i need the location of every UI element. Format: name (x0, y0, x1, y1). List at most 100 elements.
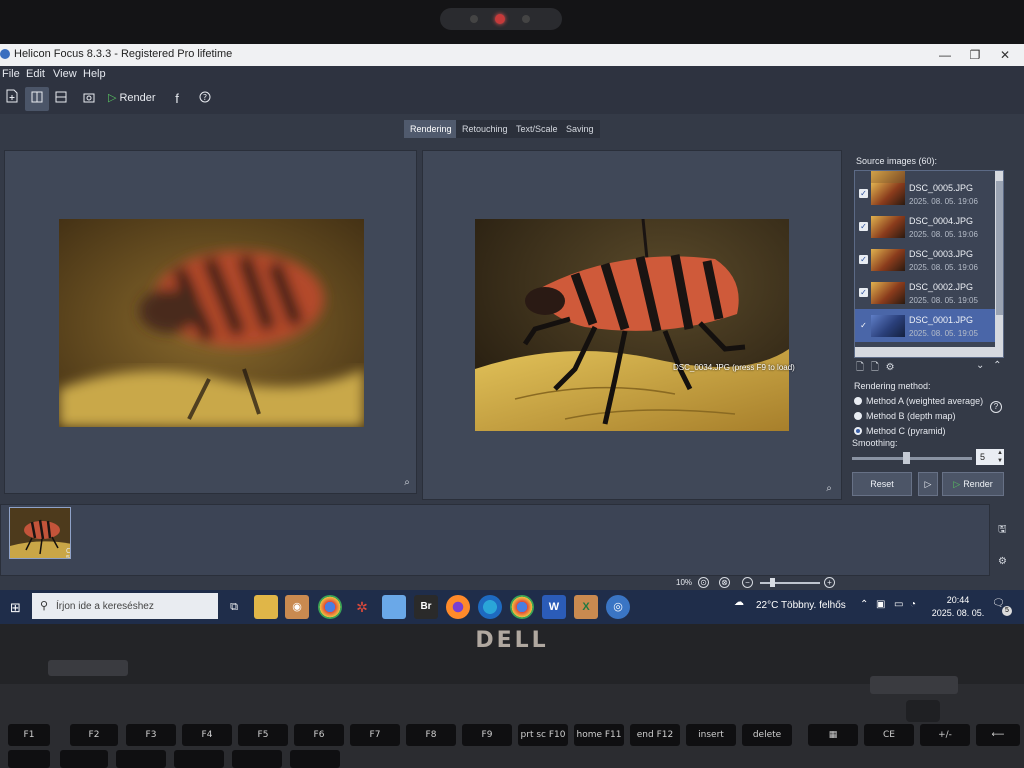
list-item[interactable]: ✓ DSC_0002.JPG 2025. 08. 05. 19:05 (855, 276, 995, 309)
edge-icon[interactable] (478, 595, 502, 619)
checkbox[interactable]: ✓ (859, 288, 868, 297)
tab-text-scale[interactable]: Text/Scale (510, 120, 564, 138)
zoom-actual-icon[interactable]: ⊗ (719, 577, 730, 588)
acrobat-icon[interactable]: ✲ (350, 595, 374, 619)
tab-retouching[interactable]: Retouching (456, 120, 514, 138)
checkbox[interactable]: ✓ (859, 321, 868, 330)
taskbar-search-input[interactable]: ⚲ Írjon ide a kereséshez (32, 593, 218, 619)
excel-icon[interactable]: X (574, 595, 598, 619)
helicon-app-icon[interactable]: ◉ (285, 595, 309, 619)
key-backspace[interactable]: ⟵ (976, 724, 1020, 746)
key[interactable] (8, 750, 50, 768)
wifi-icon[interactable]: ◔ (910, 599, 916, 624)
key-f12[interactable]: end F12 (630, 724, 680, 746)
list-scrollbar-vertical[interactable] (995, 171, 1003, 357)
menu-file[interactable]: File (2, 68, 20, 80)
method-c-option[interactable]: Method C (pyramid) (854, 426, 946, 436)
key-calculator[interactable]: ▦ (808, 724, 858, 746)
key[interactable] (232, 750, 282, 768)
zoom-slider-handle[interactable] (770, 578, 775, 587)
key-insert[interactable]: insert (686, 724, 736, 746)
stepper-arrows-icon[interactable]: ▲ ▼ (997, 449, 1003, 465)
tab-rendering[interactable]: Rendering (404, 120, 458, 138)
weather-icon[interactable]: ☁ (734, 597, 744, 624)
windows-start-icon[interactable]: ⊞ (10, 600, 21, 616)
notes-app-icon[interactable] (382, 595, 406, 619)
toolbar-render-button[interactable]: ▷ Render (108, 91, 156, 104)
maximize-button[interactable]: ❐ (964, 46, 986, 64)
zoom-in-icon[interactable]: + (824, 577, 835, 588)
tray-app-icon[interactable]: ▣ (876, 599, 885, 624)
key-plus-minus[interactable]: +/- (920, 724, 970, 746)
chrome-icon[interactable] (318, 595, 342, 619)
zoom-out-icon[interactable]: − (742, 577, 753, 588)
word-icon[interactable]: W (542, 595, 566, 619)
save-icon[interactable]: 🖫 (998, 522, 1007, 539)
key-f8[interactable]: F8 (406, 724, 456, 746)
key[interactable] (174, 750, 224, 768)
add-file-icon[interactable]: 🗋 (856, 362, 864, 373)
taskbar-clock[interactable]: 20:44 2025. 08. 05. (928, 594, 988, 620)
menu-help[interactable]: Help (83, 68, 106, 80)
close-button[interactable]: ✕ (994, 46, 1016, 64)
key-f7[interactable]: F7 (350, 724, 400, 746)
task-view-icon[interactable]: ⧉ (222, 595, 246, 619)
helicon-focus-icon[interactable]: ◎ (606, 595, 630, 619)
magnifier-icon[interactable]: ⌕ (823, 483, 835, 495)
render-options-button[interactable]: ▷ (918, 472, 938, 496)
key-f11[interactable]: home F11 (574, 724, 624, 746)
key-f6[interactable]: F6 (294, 724, 344, 746)
chevron-up-icon[interactable]: ⌃ (993, 360, 1001, 371)
smoothing-slider-track[interactable] (852, 457, 972, 460)
menu-edit[interactable]: Edit (26, 68, 45, 80)
zoom-fit-icon[interactable]: ⊙ (698, 577, 709, 588)
checkbox[interactable]: ✓ (859, 255, 868, 264)
list-scrollbar-horizontal[interactable] (855, 347, 995, 357)
list-item[interactable]: ✓ DSC_0005.JPG 2025. 08. 05. 19:06 (855, 177, 995, 210)
bridge-icon[interactable]: Br (414, 595, 438, 619)
power-button[interactable] (906, 700, 940, 722)
key[interactable] (116, 750, 166, 768)
radio-button-selected[interactable] (854, 427, 862, 435)
magnifier-icon[interactable]: ⌕ (401, 477, 413, 489)
chrome-profile-icon[interactable] (510, 595, 534, 619)
file-explorer-icon[interactable] (254, 595, 278, 619)
key-delete[interactable]: delete (742, 724, 792, 746)
key-f1[interactable]: F1 (8, 724, 50, 746)
tab-saving[interactable]: Saving (560, 120, 600, 138)
smoothing-stepper[interactable]: 5 ▲ ▼ (976, 449, 1004, 465)
add-images-icon[interactable] (0, 87, 24, 111)
result-preview-panel[interactable]: DSC_0034.JPG (press F9 to load) ⌕ (422, 150, 842, 500)
source-preview-panel[interactable]: ⌕ (4, 150, 417, 494)
list-item-selected[interactable]: ✓ DSC_0001.JPG 2025. 08. 05. 19:05 (855, 309, 995, 342)
minimize-button[interactable]: — (934, 46, 956, 64)
camera-icon[interactable] (77, 87, 101, 111)
layout-split-vertical-icon[interactable] (25, 87, 49, 111)
method-b-option[interactable]: Method B (depth map) (854, 411, 956, 421)
key[interactable] (60, 750, 108, 768)
help-circle-icon[interactable]: ? (193, 87, 217, 111)
output-thumbnail[interactable]: C 5 (9, 507, 71, 559)
settings-icon[interactable]: ⚙ (886, 362, 895, 373)
search-settings-icon[interactable]: ⚙ (998, 556, 1007, 567)
key-f2[interactable]: F2 (70, 724, 118, 746)
key-f4[interactable]: F4 (182, 724, 232, 746)
list-item[interactable]: ✓ DSC_0004.JPG 2025. 08. 05. 19:06 (855, 210, 995, 243)
menu-view[interactable]: View (53, 68, 77, 80)
facebook-icon[interactable]: f (165, 87, 189, 111)
key-ce[interactable]: CE (864, 724, 914, 746)
smoothing-slider-handle[interactable] (903, 452, 910, 464)
checkbox[interactable]: ✓ (859, 222, 868, 231)
key[interactable] (290, 750, 340, 768)
remove-file-icon[interactable]: 🗋 (871, 362, 879, 373)
key-f10[interactable]: prt sc F10 (518, 724, 568, 746)
battery-icon[interactable]: ▭ (894, 599, 903, 624)
zoom-slider[interactable] (760, 582, 820, 584)
source-image-list[interactable]: ✓ DSC_0005.JPG 2025. 08. 05. 19:06 ✓ DSC… (854, 170, 1004, 358)
method-a-option[interactable]: Method A (weighted average) (854, 396, 983, 406)
radio-button[interactable] (854, 397, 862, 405)
chevron-down-icon[interactable]: ⌄ (976, 360, 984, 371)
key-f3[interactable]: F3 (126, 724, 176, 746)
weather-text[interactable]: 22°C Többny. felhős (756, 600, 846, 624)
key-f5[interactable]: F5 (238, 724, 288, 746)
